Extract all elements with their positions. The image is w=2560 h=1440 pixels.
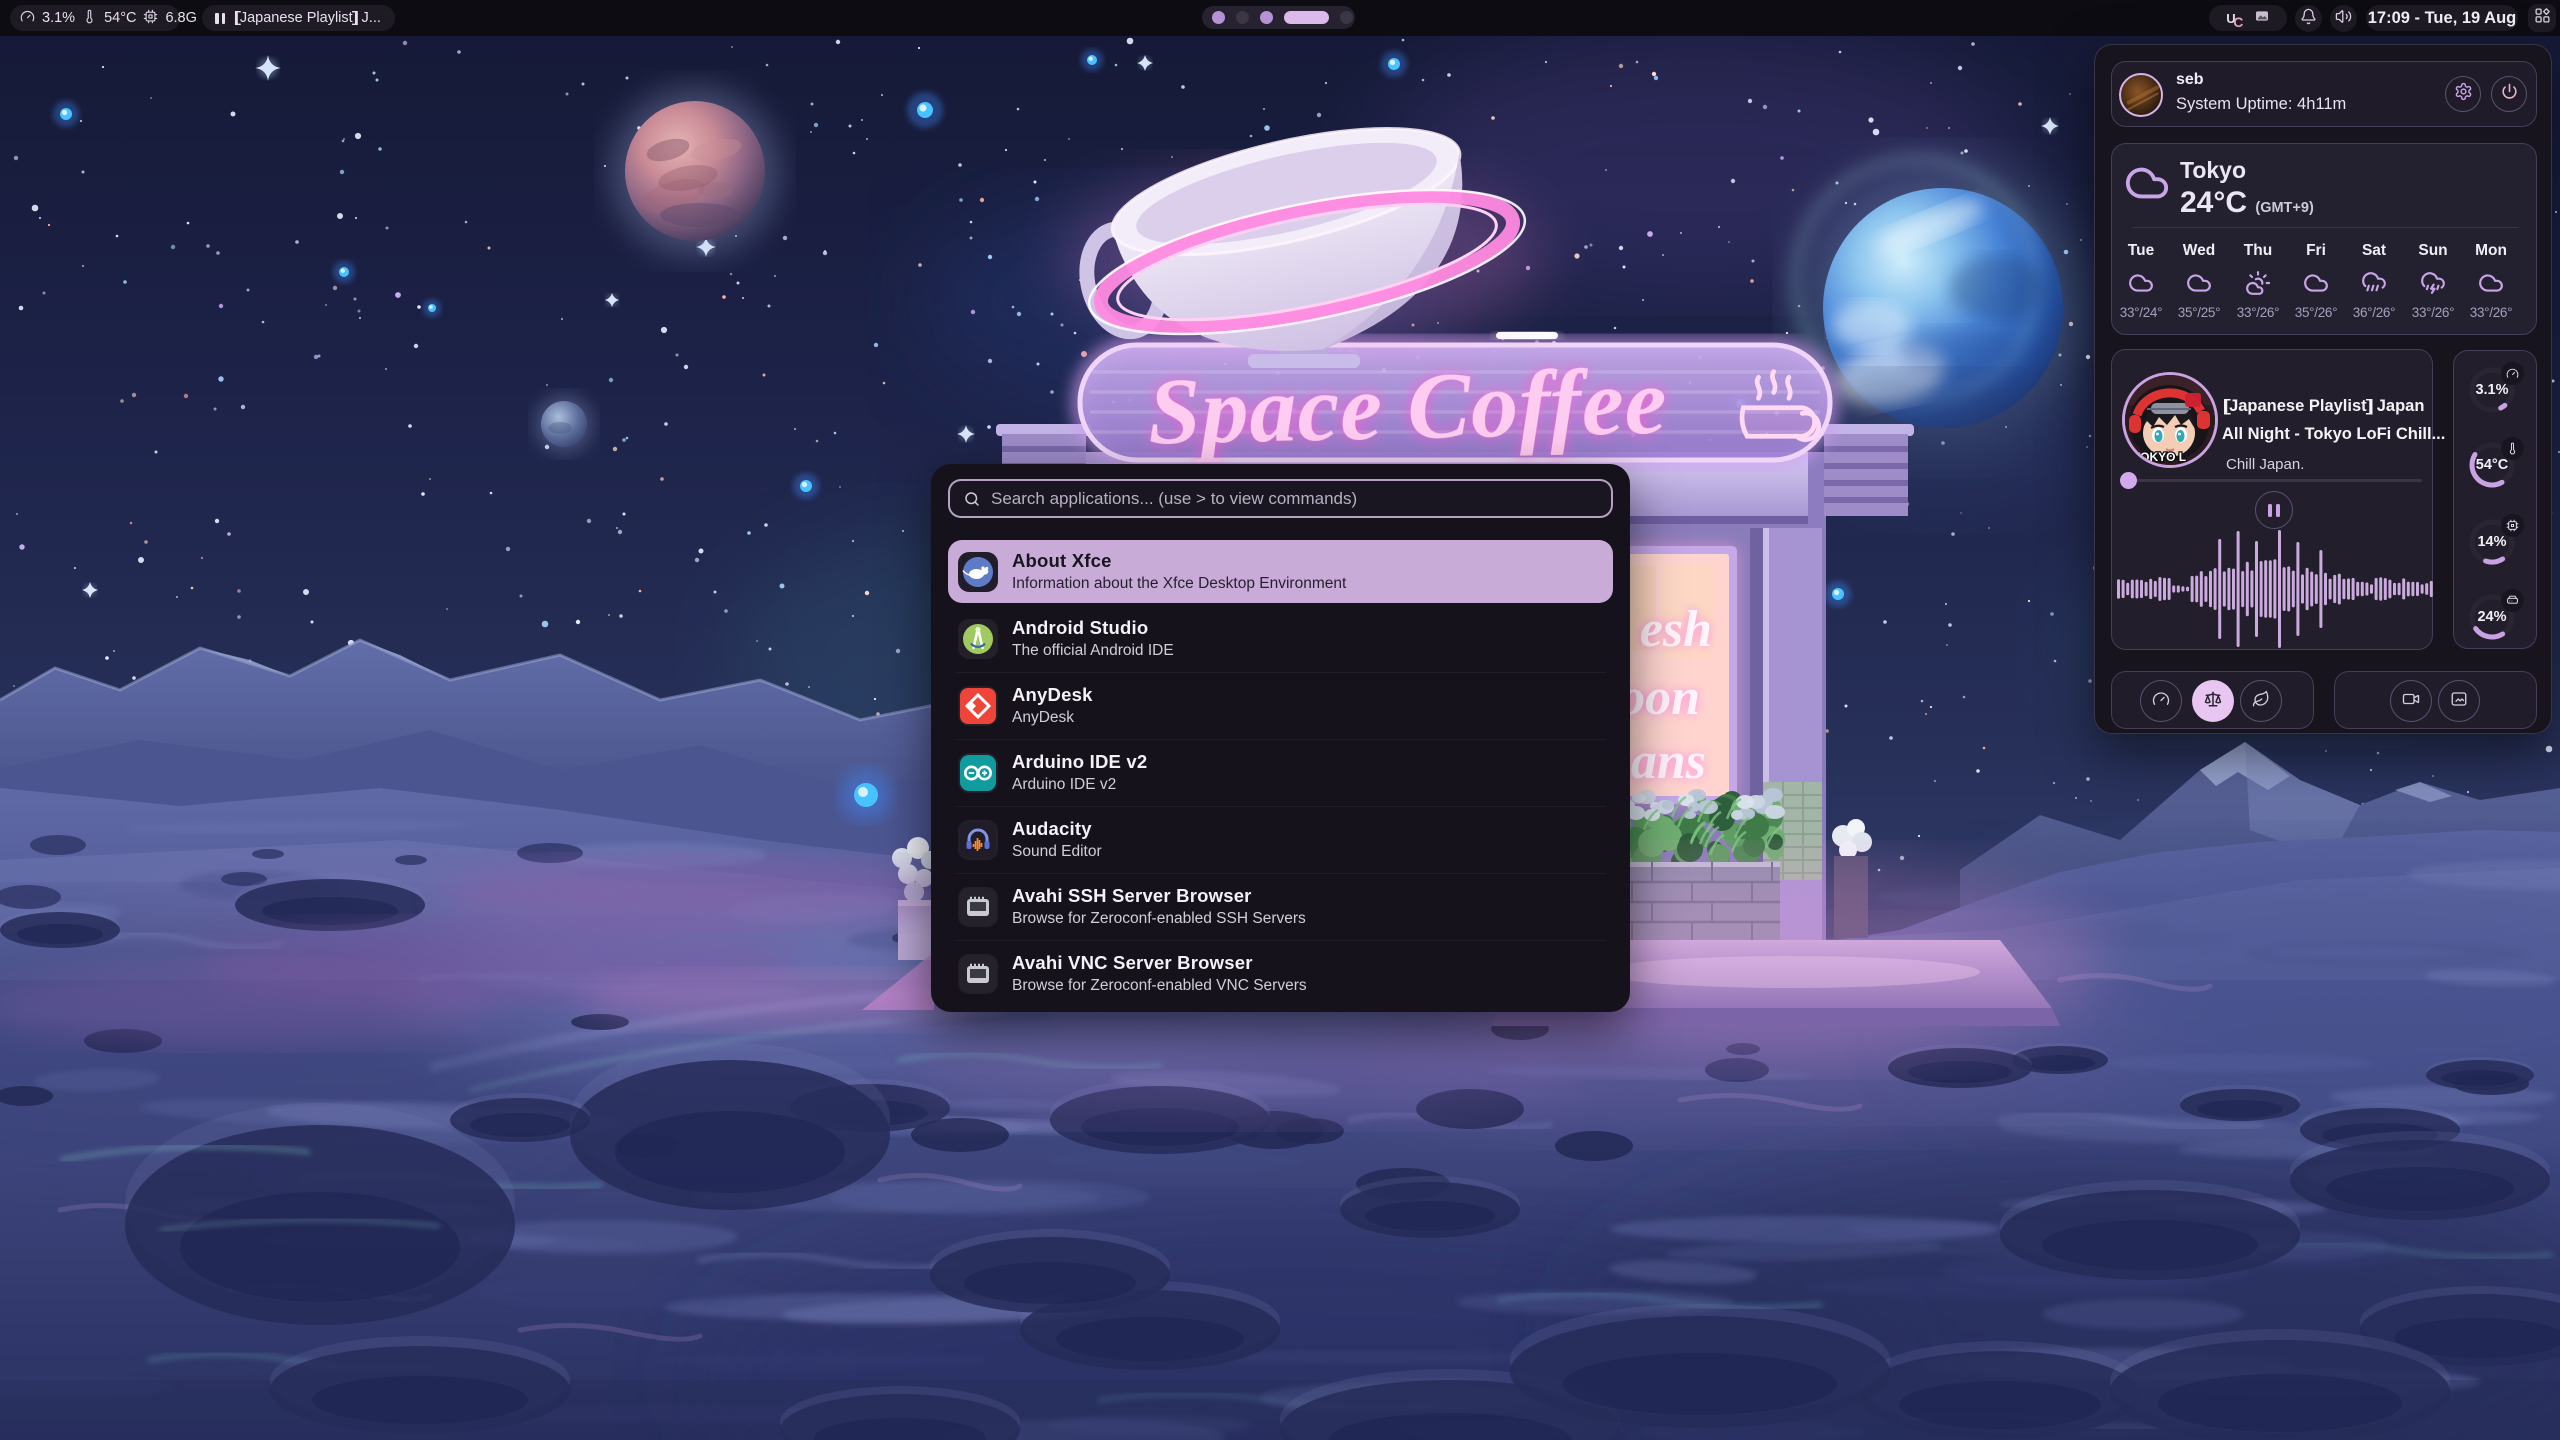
svg-text:TOKYO L: TOKYO L <box>2133 450 2186 464</box>
svg-text:oon: oon <box>1619 669 1700 726</box>
svg-text:ans: ans <box>1631 733 1706 790</box>
svg-text:Space Coffee: Space Coffee <box>1147 350 1668 465</box>
svg-text:esh: esh <box>1640 601 1712 658</box>
